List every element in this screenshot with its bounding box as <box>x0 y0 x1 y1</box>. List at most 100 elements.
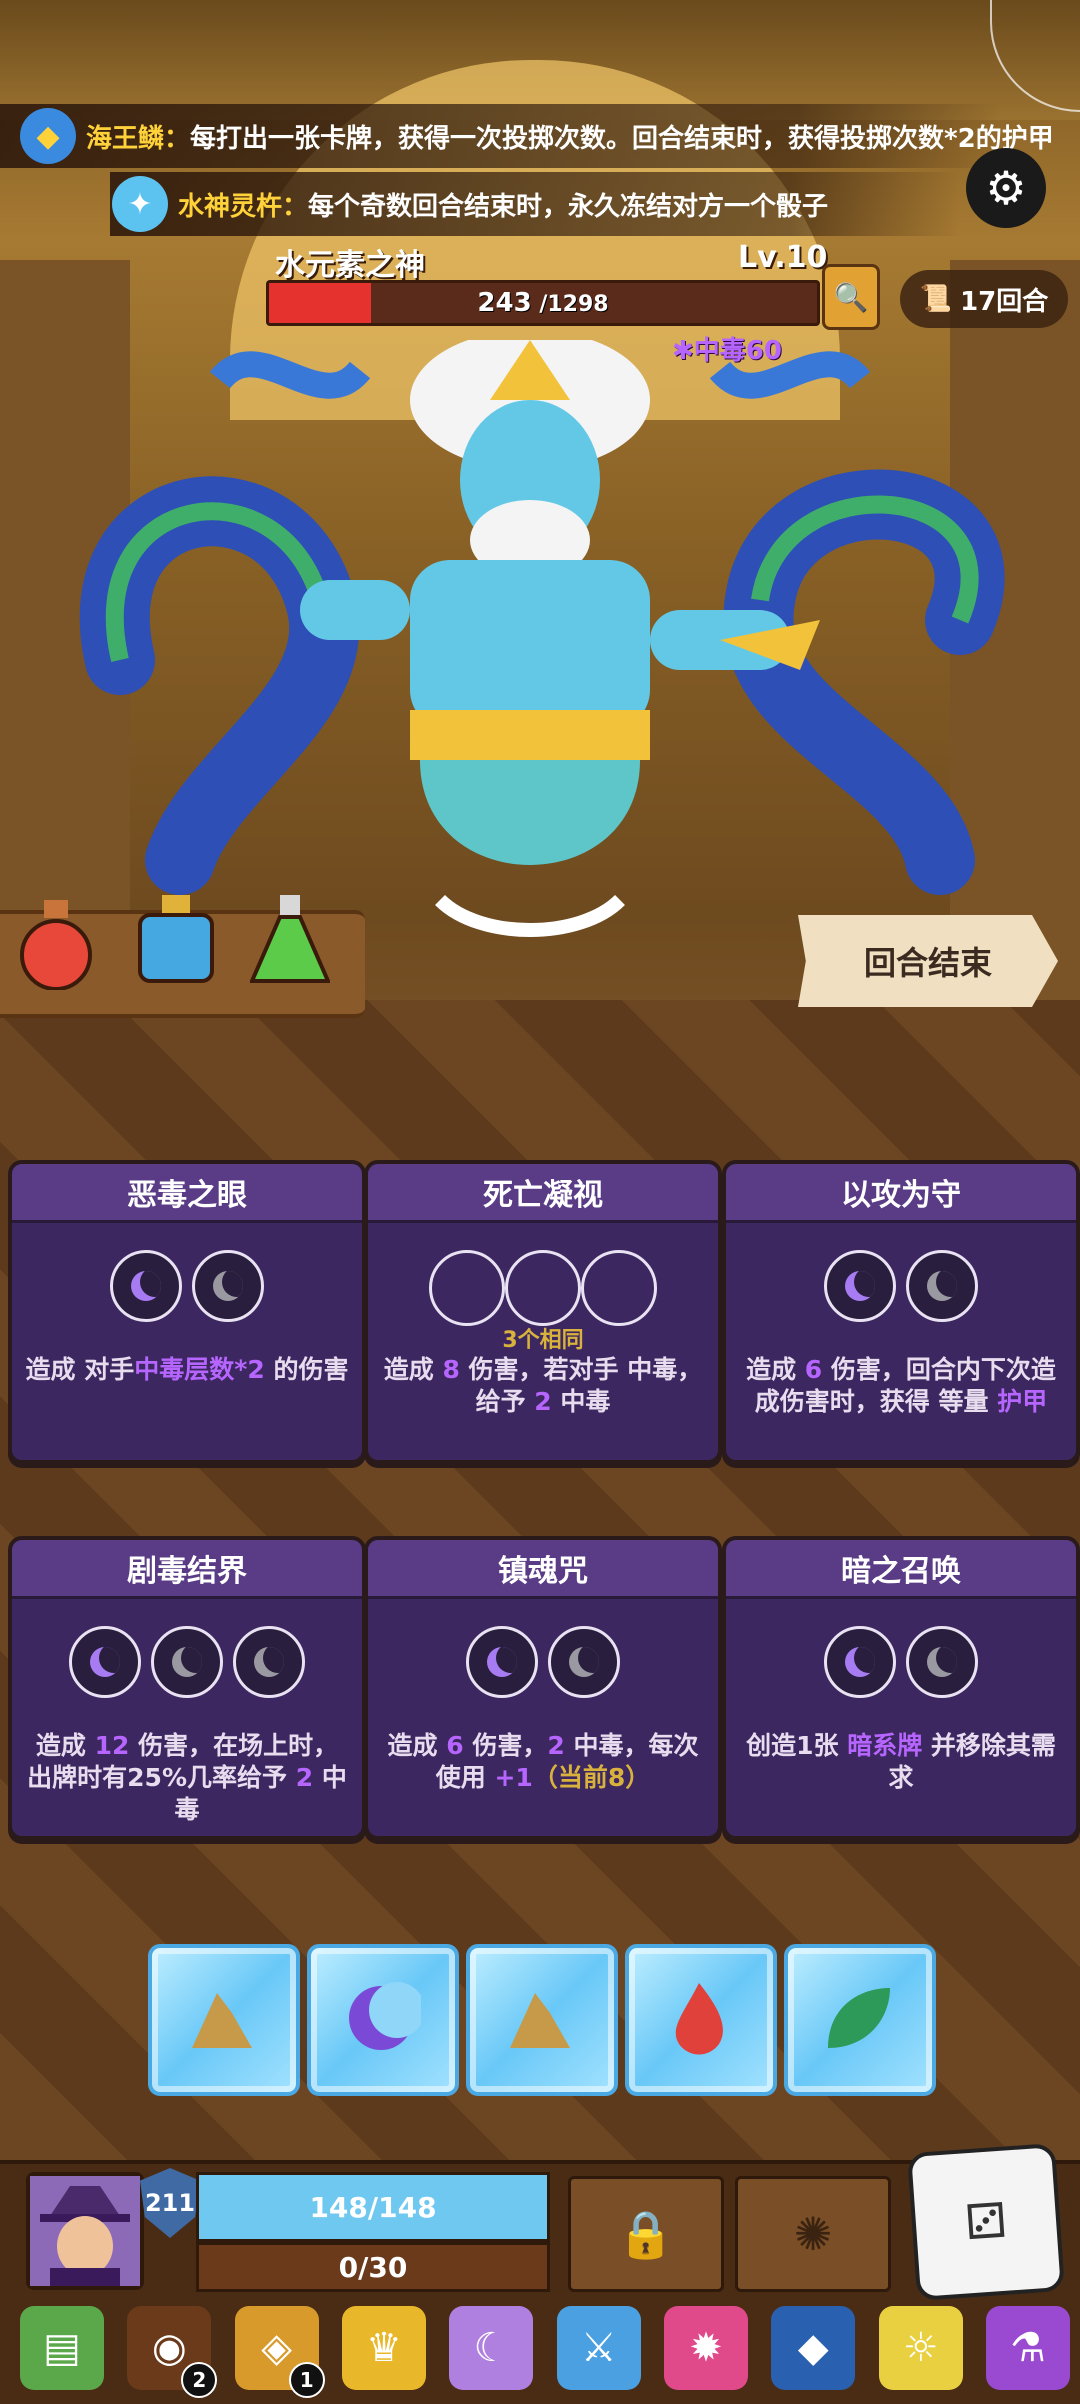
potion-liquid <box>248 915 332 983</box>
dark-moon-icon <box>487 1647 517 1677</box>
pink-fire-orb-icon[interactable]: ✹ <box>663 2306 748 2390</box>
skill-card[interactable]: 剧毒结界造成 12 伤害，在场上时，出牌时有25%几率给予 2 中毒 <box>8 1536 366 1840</box>
relic-description: 每个奇数回合结束时，永久冻结对方一个骰子 <box>308 191 829 222</box>
inventory-glyph: ✹ <box>689 2325 723 2371</box>
dark-dice-slot[interactable] <box>192 1250 264 1322</box>
dark-dice-slot[interactable] <box>548 1626 620 1698</box>
red-potion-icon[interactable] <box>16 900 96 991</box>
relic-separator: ： <box>282 191 309 222</box>
dark-moon-icon <box>213 1271 243 1301</box>
card-description: 造成 8 伤害，若对手 中毒，给予 2 中毒 <box>380 1354 706 1418</box>
frozen-dice[interactable] <box>466 1944 618 2096</box>
purple-potion-icon[interactable]: ⚗ <box>985 2306 1070 2390</box>
dark-dice-slot[interactable] <box>233 1626 305 1698</box>
dark-dice-slot[interactable] <box>69 1626 141 1698</box>
roll-dice-button[interactable]: ⚂ <box>907 2143 1065 2301</box>
skill-card[interactable]: 死亡凝视 3个相同 造成 8 伤害，若对手 中毒，给予 2 中毒 <box>364 1160 722 1464</box>
potion-liquid <box>138 913 214 983</box>
dark-dice-slot[interactable] <box>906 1250 978 1322</box>
button-token-icon[interactable]: ◉ 2 <box>127 2306 218 2398</box>
card-description-part: 2 <box>295 1763 314 1792</box>
item-count-badge: 2 <box>181 2362 218 2398</box>
item-count-badge: 1 <box>288 2362 325 2398</box>
locked-action-button[interactable]: 🔒 <box>568 2176 724 2292</box>
earth-icon <box>182 1978 262 2058</box>
dark-dice-slot[interactable] <box>824 1250 896 1322</box>
player-armor-value: 211 <box>144 2189 196 2217</box>
relic-name: 水神灵杵 <box>178 191 283 222</box>
inventory-glyph: ◆ <box>797 2325 829 2371</box>
card-description-part: 8 <box>442 1355 460 1384</box>
inspect-magnifier-button[interactable]: 🔍 <box>822 264 880 330</box>
card-title: 暗之召唤 <box>726 1540 1076 1599</box>
skill-card[interactable]: 以攻为守 造成 6 伤害，回合内下次造成伤害时，获得 等量 护甲 <box>722 1160 1080 1464</box>
dragon-helm-icon[interactable]: ◆ <box>771 2306 856 2390</box>
dark-dice-slot[interactable] <box>110 1250 182 1322</box>
relic-separator: ： <box>164 123 191 154</box>
card-description-part: 中毒 <box>551 1387 611 1416</box>
padlock-icon: 🔒 <box>617 2206 675 2261</box>
boss-hp-max: /1298 <box>531 292 609 317</box>
skill-card[interactable]: 镇魂咒 造成 6 伤害，2 中毒，每次使用 +1（当前8） <box>364 1536 722 1840</box>
card-description-part: 12 <box>94 1731 130 1760</box>
green-potion-icon[interactable] <box>248 895 332 985</box>
card-dice-slots <box>726 1626 1076 1698</box>
player-hp-bar: 148/148 <box>196 2172 550 2242</box>
frozen-dice[interactable] <box>625 1944 777 2096</box>
frozen-dice[interactable] <box>307 1944 459 2096</box>
dark-moon-icon <box>341 1978 425 2058</box>
relic-row-1[interactable]: ◆ 海王鳞 ： 每打出一张卡牌，获得一次投掷次数。回合结束时，获得投掷次数*2的… <box>20 104 1054 168</box>
card-dice-slots <box>12 1626 362 1698</box>
dark-moon-icon <box>90 1647 120 1677</box>
card-description: 创造1张 暗系牌 并移除其需求 <box>738 1730 1064 1794</box>
card-title: 以攻为守 <box>726 1164 1076 1223</box>
dark-dice-slot[interactable] <box>466 1626 538 1698</box>
dark-moon-icon <box>254 1647 284 1677</box>
moon-orb-icon[interactable]: ☾ <box>449 2306 534 2390</box>
card-title: 剧毒结界 <box>12 1540 362 1599</box>
card-description-part: 护甲 <box>997 1387 1048 1416</box>
end-turn-button[interactable]: 回合结束 <box>798 915 1058 1007</box>
card-dice-slots <box>726 1250 1076 1322</box>
card-title: 恶毒之眼 <box>12 1164 362 1223</box>
round-text: 17回合 <box>960 286 1049 317</box>
card-title: 死亡凝视 <box>368 1164 718 1223</box>
wind-leaf-icon <box>818 1978 898 2058</box>
fire-icon <box>659 1978 739 2058</box>
dark-moon-icon <box>845 1647 875 1677</box>
frozen-dice[interactable] <box>148 1944 300 2096</box>
reroll-action-button[interactable]: ✺ <box>735 2176 891 2292</box>
card-description-part: 造成 <box>35 1731 95 1760</box>
settings-gear-icon[interactable]: ⚙ <box>966 148 1046 228</box>
crown-icon[interactable]: ♛ <box>341 2306 426 2390</box>
dark-dice-slot[interactable] <box>824 1626 896 1698</box>
card-description: 造成 12 伤害，在场上时，出牌时有25%几率给予 2 中毒 <box>24 1730 350 1826</box>
inventory-bar: ▤ ◉ 2 ◈ 1 ♛ ☾ ⚔ ✹ ◆ ☼ ⚗ <box>20 2300 1070 2398</box>
player-avatar[interactable] <box>26 2172 144 2290</box>
water-god-boss-figure[interactable] <box>60 340 1020 960</box>
empty-dice-slot[interactable] <box>581 1250 657 1326</box>
card-description-part: 2 <box>534 1387 552 1416</box>
frozen-dice[interactable] <box>784 1944 936 2096</box>
dark-dice-slot[interactable] <box>906 1626 978 1698</box>
skill-card[interactable]: 暗之召唤创造1张 暗系牌 并移除其需求 <box>722 1536 1080 1840</box>
player-exp-bar: 0/30 <box>196 2242 550 2292</box>
inventory-glyph: ⚔ <box>580 2325 617 2371</box>
crystal-sword-icon[interactable]: ⚔ <box>556 2306 641 2390</box>
inventory-glyph: ♛ <box>366 2325 402 2371</box>
lantern-bell-icon[interactable]: ☼ <box>878 2306 963 2390</box>
empty-dice-slot[interactable] <box>429 1250 505 1326</box>
inventory-glyph: ◉ <box>151 2325 187 2371</box>
dark-dice-slot[interactable] <box>151 1626 223 1698</box>
earth-icon <box>500 1978 580 2058</box>
relic-row-2[interactable]: ✦ 水神灵杵 ： 每个奇数回合结束时，永久冻结对方一个骰子 <box>112 172 828 236</box>
blue-potion-icon[interactable] <box>136 895 216 985</box>
spellbook-icon[interactable]: ▤ <box>20 2306 104 2390</box>
empty-dice-slot[interactable] <box>505 1250 581 1326</box>
coin-bag-icon[interactable]: ◈ 1 <box>234 2306 325 2398</box>
boss-hp-text: 243 /1298 <box>269 283 817 323</box>
water-god-chalice-icon: ✦ <box>112 176 168 232</box>
skill-card[interactable]: 恶毒之眼 造成 对手中毒层数*2 的伤害 <box>8 1160 366 1464</box>
inventory-glyph: ◈ <box>261 2325 293 2371</box>
card-description-part: 的伤害 <box>264 1355 349 1384</box>
